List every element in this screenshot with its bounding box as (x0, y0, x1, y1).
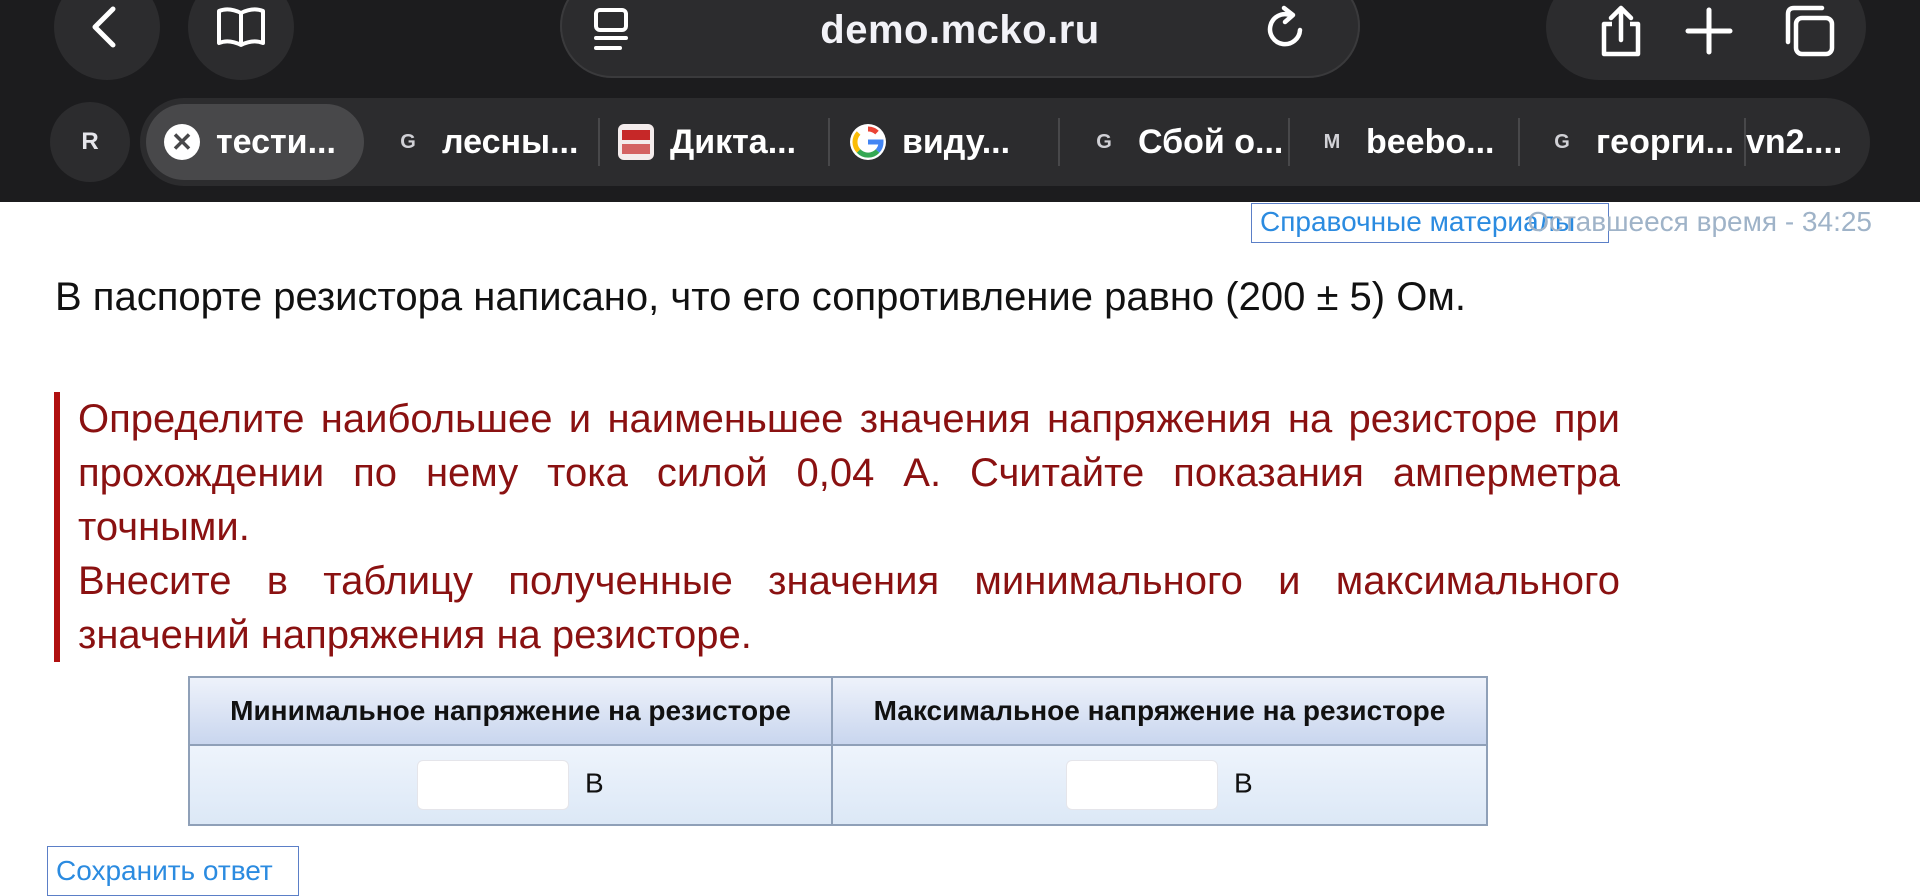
profile-button[interactable]: R (50, 102, 130, 182)
chevron-left-icon (92, 6, 116, 48)
tab-title: Сбой о... (1138, 122, 1284, 161)
max-voltage-input[interactable] (1066, 760, 1219, 810)
tab[interactable]: G лесны... (390, 98, 578, 186)
tab-separator (1288, 118, 1290, 166)
tab[interactable]: M beebo... (1314, 98, 1495, 186)
max-voltage-cell: В (830, 744, 1489, 826)
browser-chrome: demo.mcko.ru R ✕ тести... G лесны... Дик… (0, 0, 1920, 202)
g-letter-icon: G (400, 130, 416, 153)
share-icon[interactable] (1594, 4, 1648, 58)
tab-active[interactable]: ✕ тести... (146, 104, 364, 180)
g-letter-icon: G (1554, 130, 1570, 153)
unit-label: В (1234, 767, 1253, 799)
unit-label: В (585, 767, 604, 799)
min-voltage-input[interactable] (417, 760, 570, 810)
tab[interactable]: G Сбой о... (1086, 98, 1283, 186)
plus-icon[interactable] (1682, 4, 1736, 58)
tab-strip: ✕ тести... G лесны... Дикта... виду... G… (140, 98, 1870, 186)
header-max-voltage: Максимальное напряжение на резисторе (830, 676, 1489, 746)
tab-title: beebo... (1366, 122, 1495, 161)
tab[interactable]: vn2.... (1746, 98, 1842, 186)
task-question: Определите наибольшее и наименьшее значе… (54, 392, 1620, 662)
tab-title: тести... (216, 122, 336, 161)
back-button[interactable] (54, 0, 160, 80)
bookmarks-button[interactable] (188, 0, 294, 80)
tab-separator (1518, 118, 1520, 166)
tab-separator (1058, 118, 1060, 166)
tab-title: Дикта... (670, 122, 797, 161)
google-icon (850, 124, 886, 160)
min-voltage-cell: В (188, 744, 833, 826)
tab-title: лесны... (442, 122, 579, 161)
task-instruction: Определите наибольшее и наименьшее значе… (78, 397, 1620, 549)
g-letter-icon: G (1096, 130, 1112, 153)
table-row: В В (188, 744, 1489, 826)
reload-icon[interactable] (1260, 4, 1310, 54)
toolbar-actions (1546, 0, 1866, 80)
tab[interactable]: виду... (850, 98, 1010, 186)
remaining-time: Оставшееся время - 34:25 (1527, 206, 1872, 237)
tab-separator (598, 118, 600, 166)
url-text[interactable]: demo.mcko.ru (560, 8, 1360, 53)
m-letter-icon: M (1323, 130, 1341, 153)
tab-title: vn2.... (1746, 122, 1843, 161)
profile-initial: R (81, 128, 99, 155)
tab-separator (828, 118, 830, 166)
close-icon[interactable]: ✕ (164, 124, 200, 160)
answer-table: Минимальное напряжение на резисторе Макс… (188, 676, 1489, 826)
save-answer-button[interactable]: Сохранить ответ (47, 846, 299, 896)
tab-title: георги... (1596, 122, 1735, 161)
task-table-instruction: Внесите в таблицу полученные значения ми… (78, 559, 1620, 657)
tab[interactable]: G георги... (1544, 98, 1734, 186)
header-min-voltage: Минимальное напряжение на резисторе (188, 676, 833, 746)
diktant-icon (618, 124, 654, 160)
tab[interactable]: Дикта... (618, 98, 796, 186)
book-icon (217, 7, 265, 47)
tab-title: виду... (902, 122, 1011, 161)
task-intro: В паспорте резистора написано, что его с… (55, 275, 1466, 319)
address-bar[interactable]: demo.mcko.ru (560, 0, 1360, 78)
tabs-overview-icon[interactable] (1782, 4, 1836, 58)
